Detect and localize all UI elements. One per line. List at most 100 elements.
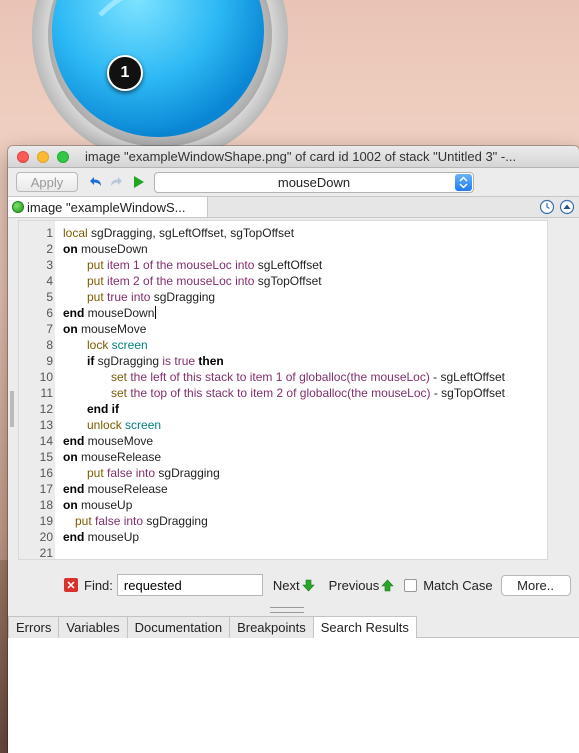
run-icon[interactable] <box>130 173 148 191</box>
code-token: sgDragging <box>143 514 208 528</box>
code-token: end if <box>87 402 119 416</box>
handler-select[interactable]: mouseDown <box>154 171 474 193</box>
code-line[interactable]: 21 <box>19 545 547 561</box>
code-line[interactable]: 8 lock screen <box>19 337 547 353</box>
code-line[interactable]: 2 on mouseDown <box>19 241 547 257</box>
line-number: 3 <box>46 258 53 272</box>
code-token: item 2 of the mouseLoc into <box>103 274 255 288</box>
code-text: end mouseUp <box>63 529 139 545</box>
code-line[interactable]: 17 end mouseRelease <box>19 481 547 497</box>
search-results-pane <box>8 638 579 753</box>
collapse-up-icon[interactable] <box>559 199 575 215</box>
line-number: 12 <box>39 402 53 416</box>
code-token: put <box>75 514 92 528</box>
tab-breakpoints[interactable]: Breakpoints <box>229 616 314 638</box>
code-line[interactable]: 1 local sgDragging, sgLeftOffset, sgTopOf… <box>19 225 547 241</box>
code-token: is true <box>162 354 199 368</box>
code-line[interactable]: 4 put item 2 of the mouseLoc into sgTopOf… <box>19 273 547 289</box>
code-text: on mouseDown <box>63 241 148 257</box>
code-token: sgDragging <box>155 466 220 480</box>
step-badge: 1 <box>107 55 143 91</box>
code-line[interactable]: 7 on mouseMove <box>19 321 547 337</box>
title-bar[interactable]: image "exampleWindowShape.png" of card i… <box>8 146 579 168</box>
line-number: 16 <box>39 466 53 480</box>
tab-variables[interactable]: Variables <box>58 616 128 638</box>
code-line[interactable]: 18 on mouseUp <box>19 497 547 513</box>
code-editor[interactable]: 1 local sgDragging, sgLeftOffset, sgTopOf… <box>18 220 548 560</box>
code-token: put <box>87 290 104 304</box>
apply-button[interactable]: Apply <box>16 172 78 192</box>
find-next-button[interactable]: Next <box>273 578 315 593</box>
code-line[interactable]: 14 end mouseMove <box>19 433 547 449</box>
code-text: lock screen <box>87 337 148 353</box>
code-line[interactable]: 9 if sgDragging is true then <box>19 353 547 369</box>
code-token: - sgTopOffset <box>430 386 505 400</box>
redo-icon[interactable] <box>108 173 126 191</box>
undo-icon[interactable] <box>86 173 104 191</box>
zoom-button[interactable] <box>57 150 69 163</box>
code-token: on <box>63 242 78 256</box>
window-title: image "exampleWindowShape.png" of card i… <box>85 149 517 164</box>
code-token: end <box>63 482 85 496</box>
line-number: 13 <box>39 418 53 432</box>
code-token: screen <box>121 418 162 432</box>
code-line[interactable]: 6 end mouseDown <box>19 305 547 321</box>
code-token: sgDragging <box>94 354 163 368</box>
code-line[interactable]: 10 set the left of this stack to item 1 o… <box>19 369 547 385</box>
find-previous-button[interactable]: Previous <box>329 578 395 593</box>
close-find-icon[interactable]: ✕ <box>64 578 78 592</box>
code-text: set the top of this stack to item 2 of g… <box>111 385 505 401</box>
code-token: sgTopOffset <box>254 274 322 288</box>
match-case-checkbox[interactable] <box>404 578 418 592</box>
code-token: sgDragging, sgLeftOffset, sgTopOffset <box>87 226 295 240</box>
find-label: Find: <box>84 577 113 593</box>
line-number: 8 <box>46 338 53 352</box>
code-text: end if <box>87 401 119 417</box>
history-icon[interactable] <box>539 199 555 215</box>
pane-resize-grip[interactable] <box>270 607 304 613</box>
code-text: on mouseMove <box>63 321 146 337</box>
code-line[interactable]: 15 on mouseRelease <box>19 449 547 465</box>
more-button[interactable]: More.. <box>500 574 571 596</box>
left-splitter-handle[interactable] <box>10 391 14 427</box>
line-number: 11 <box>40 386 53 400</box>
script-status-icon <box>12 201 24 213</box>
close-button[interactable] <box>17 150 29 163</box>
find-previous-label: Previous <box>328 577 380 593</box>
minimize-button[interactable] <box>37 150 49 163</box>
code-token: mouseMove <box>84 434 154 448</box>
find-input[interactable] <box>116 574 263 596</box>
code-line[interactable]: 12 end if <box>19 401 547 417</box>
arrow-down-icon <box>301 579 315 591</box>
code-token: end <box>63 434 85 448</box>
code-line[interactable]: 19 put false into sgDragging <box>19 513 547 529</box>
code-line[interactable]: 5 put true into sgDragging <box>19 289 547 305</box>
code-token: end <box>63 530 85 544</box>
code-token: mouseDown <box>84 306 155 320</box>
line-number: 14 <box>39 434 53 448</box>
code-token: - sgLeftOffset <box>429 370 505 384</box>
line-number: 5 <box>46 290 53 304</box>
line-number: 6 <box>46 306 53 320</box>
handler-select-value: mouseDown <box>277 174 351 190</box>
code-token: the top of this stack to item 2 of globa… <box>127 386 431 400</box>
code-line[interactable]: 3 put item 1 of the mouseLoc into sgLeftO… <box>19 257 547 273</box>
line-number: 9 <box>46 354 53 368</box>
code-text: on mouseUp <box>63 497 132 513</box>
code-text: set the left of this stack to item 1 of … <box>111 369 505 385</box>
code-line[interactable]: 13 unlock screen <box>19 417 547 433</box>
code-line[interactable]: 11 set the top of this stack to item 2 of… <box>19 385 547 401</box>
code-line[interactable]: 20 end mouseUp <box>19 529 547 545</box>
code-text: end mouseMove <box>63 433 153 449</box>
code-token: mouseUp <box>77 498 133 512</box>
code-text: local sgDragging, sgLeftOffset, sgTopOff… <box>63 225 294 241</box>
tab-errors[interactable]: Errors <box>8 616 60 638</box>
tab-search-results[interactable]: Search Results <box>312 616 417 638</box>
code-token: on <box>63 322 78 336</box>
code-token: on <box>63 450 78 464</box>
script-tab[interactable]: image "exampleWindowS... <box>8 197 208 217</box>
line-number: 18 <box>39 498 53 512</box>
code-line[interactable]: 16 put false into sgDragging <box>19 465 547 481</box>
line-number: 19 <box>39 514 53 528</box>
tab-documentation[interactable]: Documentation <box>126 616 231 638</box>
